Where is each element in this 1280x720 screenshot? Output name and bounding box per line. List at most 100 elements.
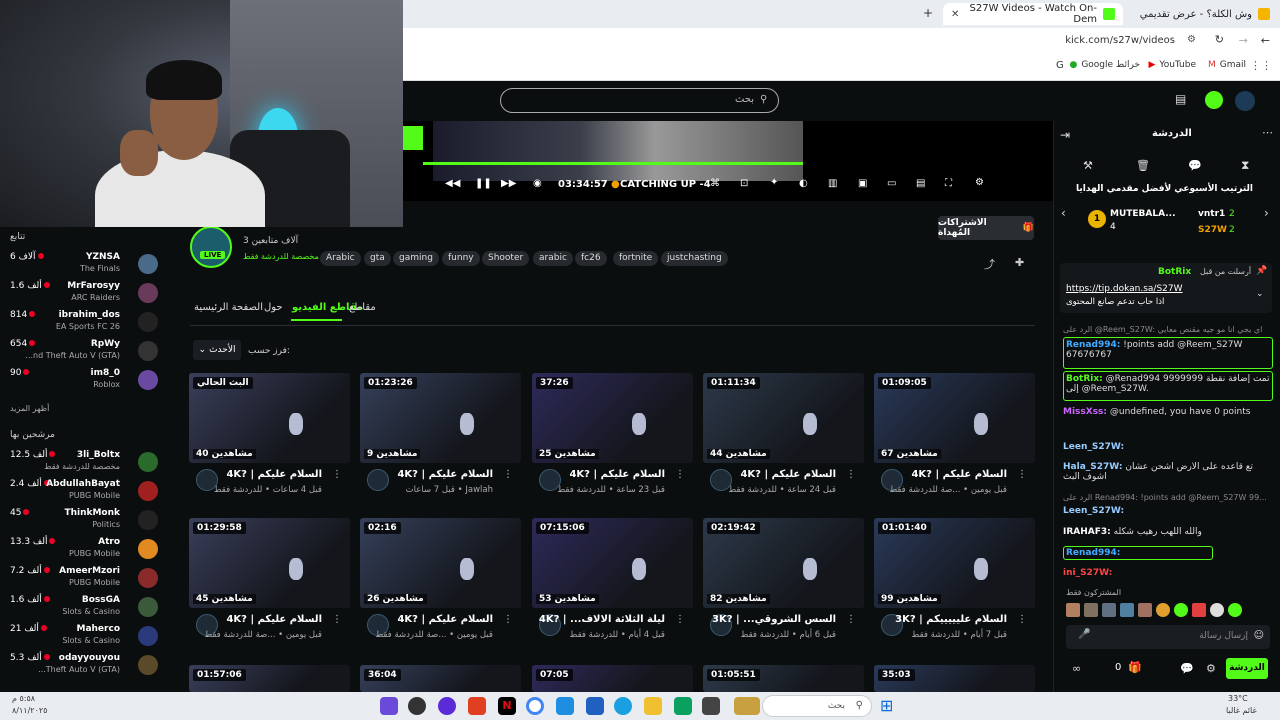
- sidebar-channel-bossga[interactable]: 1.6 ألف BossGA Slots & Casino: [10, 595, 160, 623]
- video-card[interactable]: 07:05: [532, 665, 693, 692]
- tag-chip[interactable]: Arabic: [320, 251, 361, 266]
- chat-bubble-icon[interactable]: 💬: [1188, 159, 1202, 172]
- sidebar-channel-ibrahim-dos[interactable]: 814 ibrahim_dos EA Sports FC 26: [10, 310, 160, 338]
- channel-avatar[interactable]: [367, 469, 389, 491]
- points-icon[interactable]: ∞: [1072, 662, 1081, 675]
- player-progress-bar[interactable]: [423, 162, 803, 165]
- video-thumbnail[interactable]: 07:15:06 53 مشاهدين: [532, 518, 693, 608]
- video-card[interactable]: 01:05:51: [703, 665, 864, 692]
- sidebar-channel-yznsa[interactable]: 6 آلاف YZNSA The Finals: [10, 252, 160, 280]
- sidebar-channel-mrfarosyy[interactable]: 1.6 ألف MrFarosyy ARC Raiders: [10, 281, 160, 309]
- gift-icon[interactable]: 🎁: [1128, 661, 1142, 674]
- leaderboard-prev-icon[interactable]: ‹: [1061, 206, 1066, 220]
- weather-temp[interactable]: 33°C: [1228, 694, 1248, 703]
- taskbar-search[interactable]: ⚲ بحث: [762, 695, 872, 717]
- chat-input[interactable]: إرسال رسالة 🎤 ☺: [1066, 625, 1270, 649]
- search-input[interactable]: بحث: [500, 88, 779, 113]
- clock-time[interactable]: ٥:٥٨ م: [12, 694, 35, 703]
- leader-name[interactable]: MUTEBALA...: [1110, 209, 1176, 219]
- chrome-icon[interactable]: [526, 697, 544, 715]
- rewind-icon[interactable]: ◀◀: [445, 178, 460, 189]
- video-title[interactable]: 4K? | السلام عليكم: [911, 469, 1007, 480]
- tag-chip[interactable]: fortnite: [613, 251, 659, 266]
- bookmark-maps[interactable]: ● Google خرائط: [1069, 60, 1140, 70]
- chat-username[interactable]: IRAHAF3:: [1063, 527, 1111, 537]
- sidebar-channel-thinkmonk[interactable]: 45 ThinkMonk Politics: [10, 508, 160, 536]
- emoji-icon[interactable]: ☺: [1254, 630, 1264, 641]
- channel-avatar[interactable]: [190, 226, 232, 268]
- video-title[interactable]: 4K? | السلام عليكم: [397, 614, 493, 625]
- video-thumbnail[interactable]: 01:23:26 9 مشاهدين: [360, 373, 521, 463]
- video-thumbnail[interactable]: 01:01:40 99 مشاهدين: [874, 518, 1035, 608]
- emote-icon[interactable]: [1210, 603, 1224, 617]
- emote-icon[interactable]: [1084, 603, 1098, 617]
- emote-icon[interactable]: [1066, 603, 1080, 617]
- settings-icon[interactable]: ⚙: [1206, 662, 1216, 675]
- video-title[interactable]: 3K? | السلام عليييييكم: [895, 614, 1007, 625]
- share-icon[interactable]: ⤴: [984, 256, 995, 272]
- brave-icon[interactable]: [468, 697, 486, 715]
- tag-chip[interactable]: funny: [442, 251, 480, 266]
- bookmark-gmail[interactable]: M Gmail: [1208, 60, 1246, 70]
- video-thumbnail[interactable]: 01:57:06: [189, 665, 350, 692]
- video-thumbnail[interactable]: 01:05:51: [703, 665, 864, 692]
- chat-username[interactable]: Leen_S27W:: [1063, 442, 1124, 452]
- sort-dropdown[interactable]: ⌄ الأحدث: [193, 340, 241, 360]
- apps-grid-icon[interactable]: ⋮⋮: [1250, 59, 1272, 72]
- video-thumbnail[interactable]: 02:19:42 82 مشاهدين: [703, 518, 864, 608]
- video-card[interactable]: 01:01:40 99 مشاهدين 3K? | السلام عليييييكم…: [874, 518, 1035, 648]
- video-thumbnail[interactable]: 01:29:58 45 مشاهدين: [189, 518, 350, 608]
- xbox-icon[interactable]: [674, 697, 692, 715]
- video-more-icon[interactable]: ⋮: [1017, 469, 1027, 480]
- video-card[interactable]: البث الحالي 40 مشاهدين 4K? | السلام عليكم ق…: [189, 373, 350, 503]
- video-card[interactable]: 36:04: [360, 665, 521, 692]
- sidebar-channel-rpwy[interactable]: 654 RpWy ...nd Theft Auto V (GTA): [10, 339, 160, 367]
- emote-icon[interactable]: [1228, 603, 1242, 617]
- video-thumbnail[interactable]: 35:03: [874, 665, 1035, 692]
- clock-date[interactable]: ٨/١١/٢٠٢٥: [12, 706, 47, 715]
- tab-about[interactable]: حول: [264, 302, 283, 313]
- tag-chip[interactable]: gta: [364, 251, 391, 266]
- speed-icon[interactable]: ◐: [799, 178, 808, 189]
- video-card[interactable]: 01:23:26 9 مشاهدين 4K? | السلام عليكم قبل 7…: [360, 373, 521, 503]
- tag-chip[interactable]: gaming: [393, 251, 439, 266]
- video-thumbnail[interactable]: 07:05: [532, 665, 693, 692]
- video-card[interactable]: 07:15:06 53 مشاهدين 4K? | ...ليلة الثلاثة …: [532, 518, 693, 648]
- file-explorer-icon[interactable]: [644, 697, 662, 715]
- miniplayer-icon[interactable]: ▣: [858, 178, 867, 189]
- video-card[interactable]: 37:26 25 مشاهدين 4K? | السلام عليكم قبل 23 …: [532, 373, 693, 503]
- emote-icon[interactable]: [1174, 603, 1188, 617]
- tab-kick-videos[interactable]: ✕ S27W Videos - Watch On-Dem: [943, 3, 1123, 25]
- outlook-icon[interactable]: [556, 697, 574, 715]
- leader-name[interactable]: S27W: [1198, 225, 1227, 235]
- video-thumbnail[interactable]: 37:26 25 مشاهدين: [532, 373, 693, 463]
- chat-username[interactable]: Hala_S27W:: [1063, 462, 1123, 472]
- stats-icon[interactable]: ▥: [828, 178, 837, 189]
- trash-icon[interactable]: 🗑: [1136, 159, 1150, 172]
- follow-user-icon[interactable]: ✚: [1015, 256, 1024, 269]
- show-more-link[interactable]: أظهر المزيد: [10, 404, 49, 413]
- discord-icon[interactable]: [380, 697, 398, 715]
- chat-username[interactable]: Renad994:: [1066, 548, 1120, 558]
- chat-more-icon[interactable]: ⋯: [1262, 126, 1273, 139]
- gifted-subs-button[interactable]: الاشتراكات المُهداة 🎁: [938, 216, 1034, 240]
- netflix-icon[interactable]: N: [498, 697, 516, 715]
- settings-icon[interactable]: ⚙: [975, 177, 984, 188]
- emote-icon[interactable]: [1156, 603, 1170, 617]
- collapse-chat-icon[interactable]: ⇥: [1060, 128, 1070, 142]
- chat-settings-icon[interactable]: 💬: [1180, 662, 1194, 675]
- forward-icon[interactable]: →: [1239, 34, 1248, 47]
- pinned-link[interactable]: https://tip.dokan.sa/S27W: [1066, 284, 1183, 294]
- tab-home[interactable]: الصفحة الرئيسية: [194, 302, 263, 313]
- video-thumbnail[interactable]: 01:09:05 67 مشاهدين: [874, 373, 1035, 463]
- chevron-down-icon[interactable]: ⌄: [1256, 289, 1264, 299]
- pinned-message[interactable]: BotRix أرسلت من قبل 📌 https://tip.dokan.…: [1060, 263, 1272, 313]
- video-more-icon[interactable]: ⋮: [675, 614, 685, 625]
- forward-icon[interactable]: ▶▶: [501, 178, 516, 189]
- video-card[interactable]: 01:57:06: [189, 665, 350, 692]
- leader-name[interactable]: vntr1: [1198, 209, 1225, 219]
- tag-chip[interactable]: arabic: [533, 251, 573, 266]
- kick-points-icon[interactable]: [1205, 91, 1223, 109]
- edge-icon[interactable]: [614, 697, 632, 715]
- video-more-icon[interactable]: ⋮: [503, 469, 513, 480]
